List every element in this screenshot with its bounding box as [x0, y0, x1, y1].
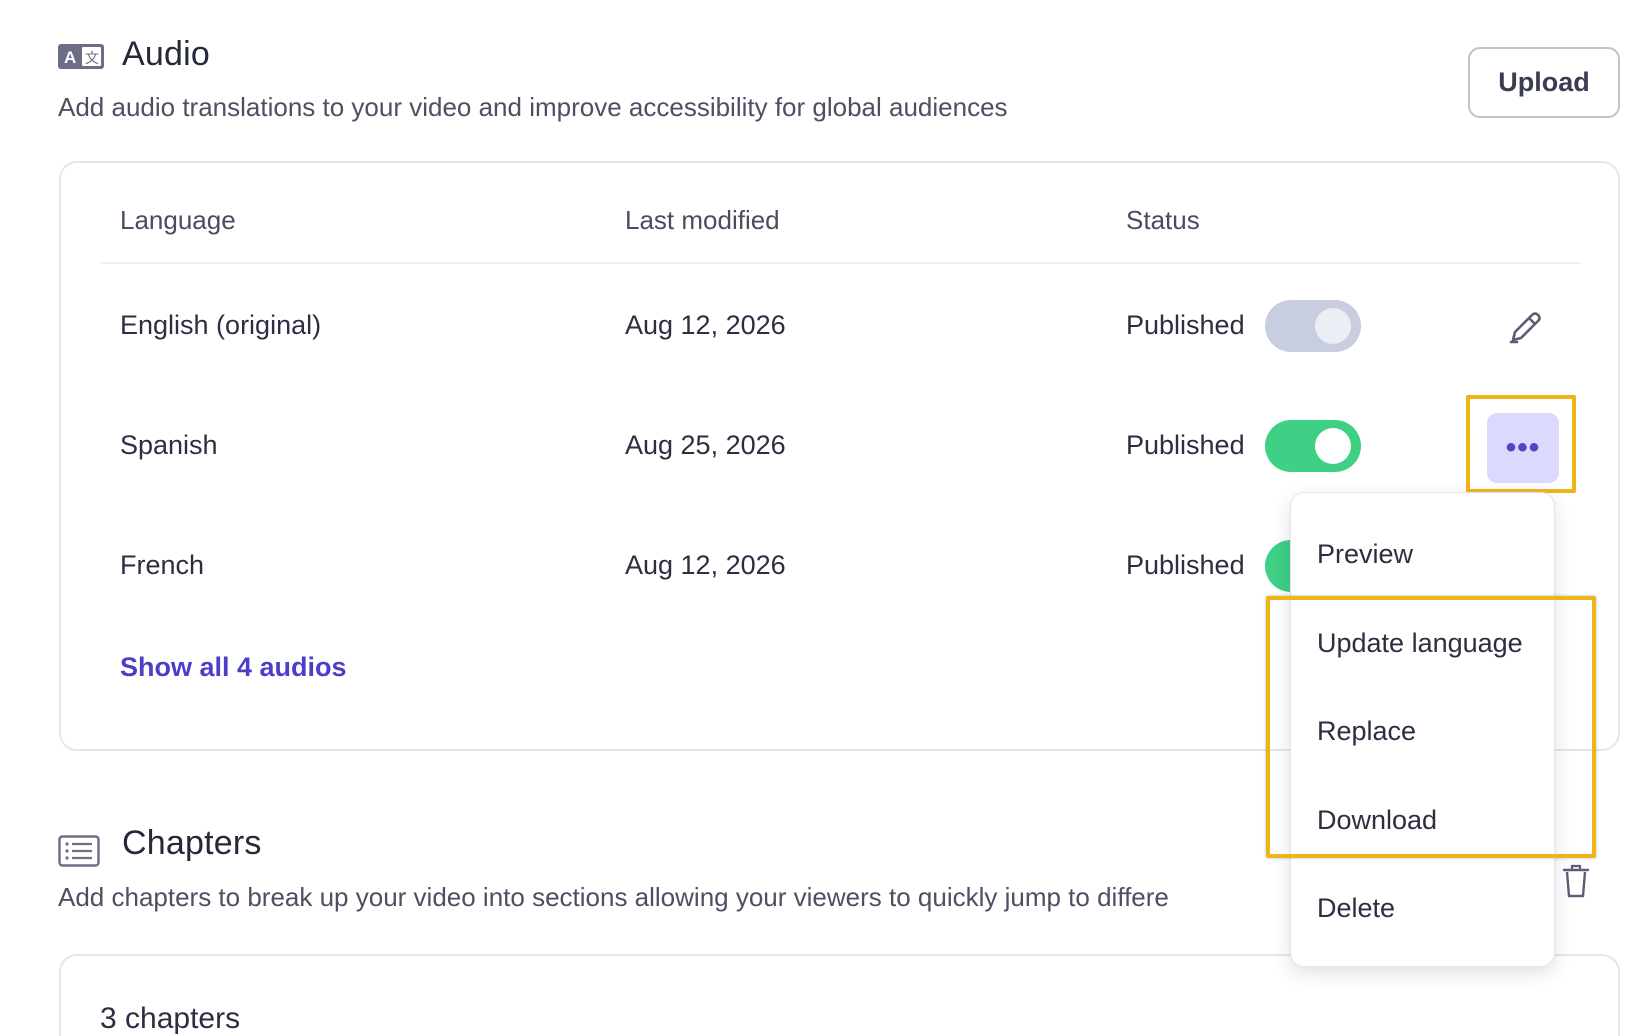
audio-section-title: Audio — [122, 35, 210, 73]
row-last-modified: Aug 12, 2026 — [625, 310, 786, 340]
translate-icon: A 文 — [58, 44, 104, 69]
chapters-section-title: Chapters — [122, 824, 262, 862]
column-header-language: Language — [120, 205, 236, 235]
chapters-count: 3 chapters — [100, 1002, 241, 1035]
publish-toggle-spanish[interactable] — [1265, 420, 1361, 472]
row-last-modified: Aug 12, 2026 — [625, 550, 786, 580]
row-language: Spanish — [120, 430, 218, 460]
toggle-knob — [1315, 428, 1351, 464]
svg-text:A: A — [64, 48, 76, 67]
row-language: English (original) — [120, 310, 322, 340]
column-header-status: Status — [1126, 205, 1200, 235]
trash-icon[interactable] — [1562, 864, 1590, 898]
publish-toggle-english[interactable] — [1265, 300, 1361, 352]
row-status: Published — [1126, 310, 1245, 340]
row-status: Published — [1126, 430, 1245, 460]
chapters-section-description: Add chapters to break up your video into… — [58, 882, 1169, 912]
audio-section-description: Add audio translations to your video and… — [58, 92, 1008, 122]
menu-item-delete[interactable]: Delete — [1317, 893, 1395, 924]
pencil-icon[interactable] — [1505, 308, 1543, 346]
page: A 文 Audio Add audio translations to your… — [0, 0, 1652, 1036]
column-header-last-modified: Last modified — [625, 205, 780, 235]
menu-item-preview[interactable]: Preview — [1317, 539, 1413, 570]
svg-text:文: 文 — [85, 51, 99, 67]
table-header-divider — [100, 262, 1581, 264]
highlight-box-menu-items — [1266, 596, 1596, 858]
row-status: Published — [1126, 550, 1245, 580]
highlight-box-more-button — [1466, 395, 1576, 493]
show-all-audios-link[interactable]: Show all 4 audios — [120, 652, 347, 683]
list-icon — [58, 835, 100, 867]
row-language: French — [120, 550, 205, 580]
row-last-modified: Aug 25, 2026 — [625, 430, 786, 460]
upload-button[interactable]: Upload — [1468, 47, 1620, 118]
toggle-knob — [1315, 308, 1351, 344]
